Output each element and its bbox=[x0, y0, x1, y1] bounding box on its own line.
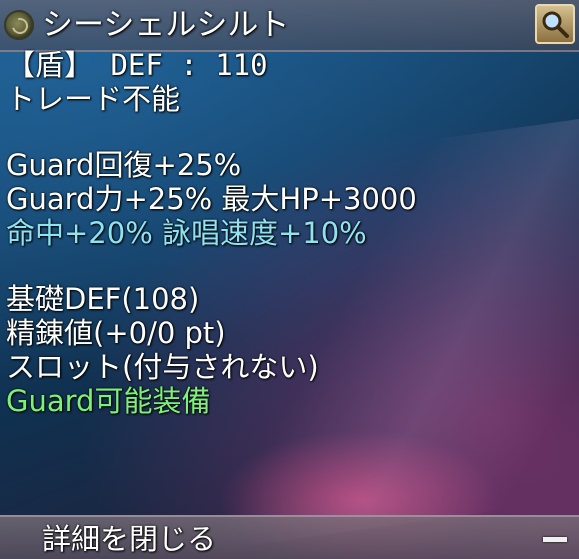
search-button[interactable] bbox=[535, 4, 575, 44]
minus-icon[interactable] bbox=[543, 537, 567, 542]
item-header: シーシェルシルト bbox=[0, 0, 579, 52]
guard-recovery-stat: Guard回復+25% bbox=[6, 148, 242, 182]
base-def-stat: 基礎DEF(108) bbox=[6, 282, 200, 316]
item-detail-panel: シーシェルシルト 【盾】 DEF : 110 トレード不能 Guard回復+25… bbox=[0, 0, 579, 559]
guard-power-hp-stat: Guard力+25% 最大HP+3000 bbox=[6, 182, 417, 216]
magnifier-icon bbox=[542, 11, 569, 38]
defense-stat: 【盾】 DEF : 110 bbox=[6, 48, 268, 82]
guard-equip-note: Guard可能装備 bbox=[6, 384, 211, 418]
trade-status: トレード不能 bbox=[6, 82, 181, 116]
close-details-bar[interactable]: 詳細を閉じる bbox=[0, 515, 579, 559]
shield-ring-icon bbox=[4, 10, 34, 40]
refine-stat: 精錬値(+0/0 pt) bbox=[6, 316, 226, 350]
slot-stat: スロット(付与されない) bbox=[6, 350, 319, 384]
close-details-label: 詳細を閉じる bbox=[42, 522, 217, 556]
accuracy-cast-stat: 命中+20% 詠唱速度+10% bbox=[6, 216, 367, 250]
item-title: シーシェルシルト bbox=[42, 7, 290, 43]
